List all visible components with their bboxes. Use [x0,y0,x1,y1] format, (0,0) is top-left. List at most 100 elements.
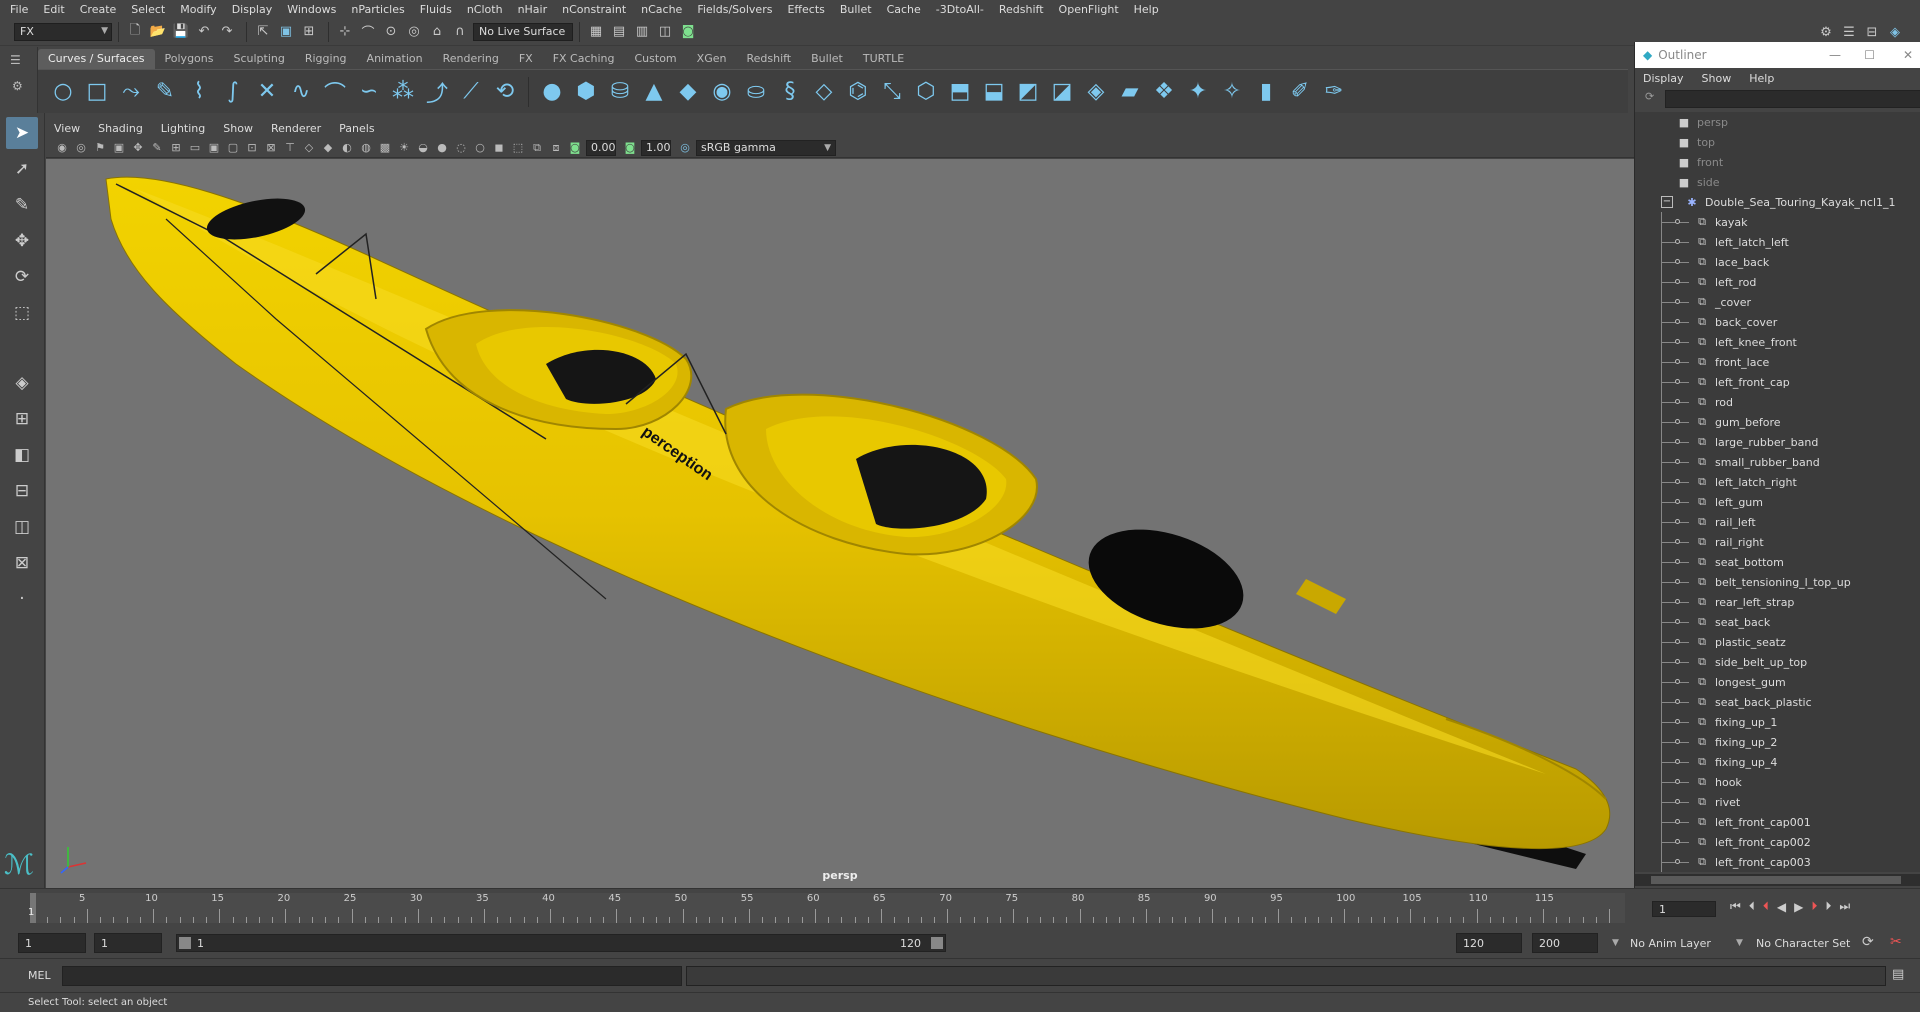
outliner-item-left-front-cap003[interactable]: ⧉ left_front_cap003 [1635,852,1920,872]
xray-joints-icon[interactable]: ⧉ [529,140,545,156]
panel-layout-icon[interactable]: ⊟ [1862,22,1882,42]
ipr-render-icon[interactable]: ▤ [609,22,629,42]
shelf-tab-redshift[interactable]: Redshift [736,49,801,69]
outliner-item-fixing-up-2[interactable]: ⧉ fixing_up_2 [1635,732,1920,752]
revolve-icon[interactable]: ⛀ [739,75,773,109]
gamma-field[interactable]: 1.00 [641,139,671,156]
visibility-dot-icon[interactable] [1675,439,1680,444]
visibility-dot-icon[interactable] [1675,459,1680,464]
attach-curves-icon[interactable]: ∿ [284,75,318,109]
visibility-dot-icon[interactable] [1675,479,1680,484]
playback-start-field[interactable]: 1 [94,933,162,953]
render-view-icon[interactable]: ◙ [678,22,698,42]
uv-layout-icon[interactable]: ⊠ [6,547,38,579]
visibility-dot-icon[interactable] [1675,519,1680,524]
scale-tool-icon[interactable]: ⬚ [6,297,38,329]
layout-icon[interactable]: ☰ [1839,22,1859,42]
range-start-handle[interactable] [179,937,191,949]
shelf-settings-icon[interactable]: ⚙ [12,79,37,93]
outliner-item-large-rubber-band[interactable]: ⧉ large_rubber_band [1635,432,1920,452]
time-ruler[interactable]: 5 10 15 20 25 30 35 40 45 50 55 60 65 70 75 80 85 90 95 100… [28,893,1625,923]
outliner-item-back-cover[interactable]: ⧉ back_cover [1635,312,1920,332]
smooth-shade-icon[interactable]: ◆ [320,140,336,156]
open-close-icon[interactable]: ❖ [1147,75,1181,109]
extrude-icon[interactable]: ⌬ [841,75,875,109]
nurbs-cylinder-icon[interactable]: ⛁ [603,75,637,109]
untrim-icon[interactable]: ◪ [1045,75,1079,109]
outliner-item-seat-bottom[interactable]: ⧉ seat_bottom [1635,552,1920,572]
playback-end-field[interactable]: 120 [1456,933,1522,953]
outliner-item-gum-before[interactable]: ⧉ gum_before [1635,412,1920,432]
redo-icon[interactable]: ↷ [217,22,237,42]
paint-select-icon[interactable]: ✎ [6,189,38,221]
arc-tool-icon[interactable]: ✕ [250,75,284,109]
visibility-dot-icon[interactable] [1675,259,1680,264]
magnet-icon[interactable]: ∩ [450,22,470,42]
outliner-item-left-rod[interactable]: ⧉ left_rod [1635,272,1920,292]
outliner-menu-help[interactable]: Help [1749,72,1774,85]
ambient-occlusion-icon[interactable]: ● [434,140,450,156]
outliner-item-rivet[interactable]: ⧉ rivet [1635,792,1920,812]
grid-icon[interactable]: ⊞ [168,140,184,156]
end-time-field[interactable]: 200 [1532,933,1598,953]
visibility-dot-icon[interactable] [1675,619,1680,624]
menu-nconstraint[interactable]: nConstraint [562,3,626,16]
outliner-search-input[interactable] [1665,90,1920,108]
visibility-dot-icon[interactable] [1675,239,1680,244]
outliner-item-small-rubber-band[interactable]: ⧉ small_rubber_band [1635,452,1920,472]
range-end-handle[interactable] [931,937,943,949]
cv-curve-icon[interactable]: ⤳ [114,75,148,109]
rotate-tool-icon[interactable]: ⟳ [6,261,38,293]
shelf-tab-custom[interactable]: Custom [625,49,687,69]
attach-surfaces-icon[interactable]: ◈ [1079,75,1113,109]
outliner-menu-show[interactable]: Show [1702,72,1732,85]
panel-menu-panels[interactable]: Panels [339,122,374,135]
save-scene-icon[interactable]: 💾 [171,22,191,42]
visibility-dot-icon[interactable] [1675,299,1680,304]
field-chart-icon[interactable]: ⊡ [244,140,260,156]
toggle-outliner-icon[interactable]: ◈ [1885,22,1905,42]
snap-surface-icon[interactable]: ⌂ [427,22,447,42]
safe-title-icon[interactable]: ⊤ [282,140,298,156]
use-lights-icon[interactable]: ☀ [396,140,412,156]
script-language-toggle[interactable]: MEL [28,969,51,982]
go-to-start-icon[interactable]: ⏮ [1730,899,1741,914]
shelf-tab-animation[interactable]: Animation [357,49,433,69]
anim-layer-arrow-icon[interactable]: ▼ [1612,938,1619,948]
outliner-h-scrollbar[interactable] [1635,874,1920,886]
sculpt-tool-icon[interactable]: ✐ [1283,75,1317,109]
visibility-dot-icon[interactable] [1675,599,1680,604]
shelf-tab-curves-surfaces[interactable]: Curves / Surfaces [38,49,155,69]
camera-attributes-icon[interactable]: ◎ [73,140,89,156]
birail-icon[interactable]: ⤡ [875,75,909,109]
outliner-root-group[interactable]: − ✱ Double_Sea_Touring_Kayak_ncl1_1 [1635,192,1920,212]
shelf-tab-bullet[interactable]: Bullet [801,49,853,69]
visibility-dot-icon[interactable] [1675,499,1680,504]
bookmark-icon[interactable]: ⚑ [92,140,108,156]
outliner-item-plastic-seatz[interactable]: ⧉ plastic_seatz [1635,632,1920,652]
nurbs-plane-icon[interactable]: ◆ [671,75,705,109]
resolution-gate-icon[interactable]: ▣ [206,140,222,156]
outliner-menu-display[interactable]: Display [1643,72,1684,85]
menu-openflight[interactable]: OpenFlight [1059,3,1119,16]
start-time-field[interactable]: 1 [18,933,86,953]
outliner-item-front-lace[interactable]: ⧉ front_lace [1635,352,1920,372]
menu-edit[interactable]: Edit [43,3,64,16]
outliner-camera-persp[interactable]: ■ persp [1635,112,1920,132]
menu-fields-solvers[interactable]: Fields/Solvers [697,3,772,16]
rebuild-curve-icon[interactable]: ⟋ [454,75,488,109]
panel-menu-shading[interactable]: Shading [98,122,143,135]
exposure-icon[interactable]: ◙ [567,140,583,156]
visibility-dot-icon[interactable] [1675,339,1680,344]
visibility-dot-icon[interactable] [1675,859,1680,864]
depth-of-field-icon[interactable]: ◼ [491,140,507,156]
planar-icon[interactable]: ◇ [807,75,841,109]
outliner-item-left-front-cap[interactable]: ⧉ left_front_cap [1635,372,1920,392]
surface-editing-icon[interactable]: ✑ [1317,75,1351,109]
outliner-item-side-belt-up-top[interactable]: ⧉ side_belt_up_top [1635,652,1920,672]
character-set-arrow-icon[interactable]: ▼ [1736,938,1743,948]
hypershade-layout-icon[interactable]: ◫ [6,511,38,543]
anim-layer-dropdown[interactable]: No Anim Layer [1624,933,1734,953]
go-to-end-icon[interactable]: ⏭ [1839,899,1850,914]
insert-isoparms-icon[interactable]: ✦ [1181,75,1215,109]
